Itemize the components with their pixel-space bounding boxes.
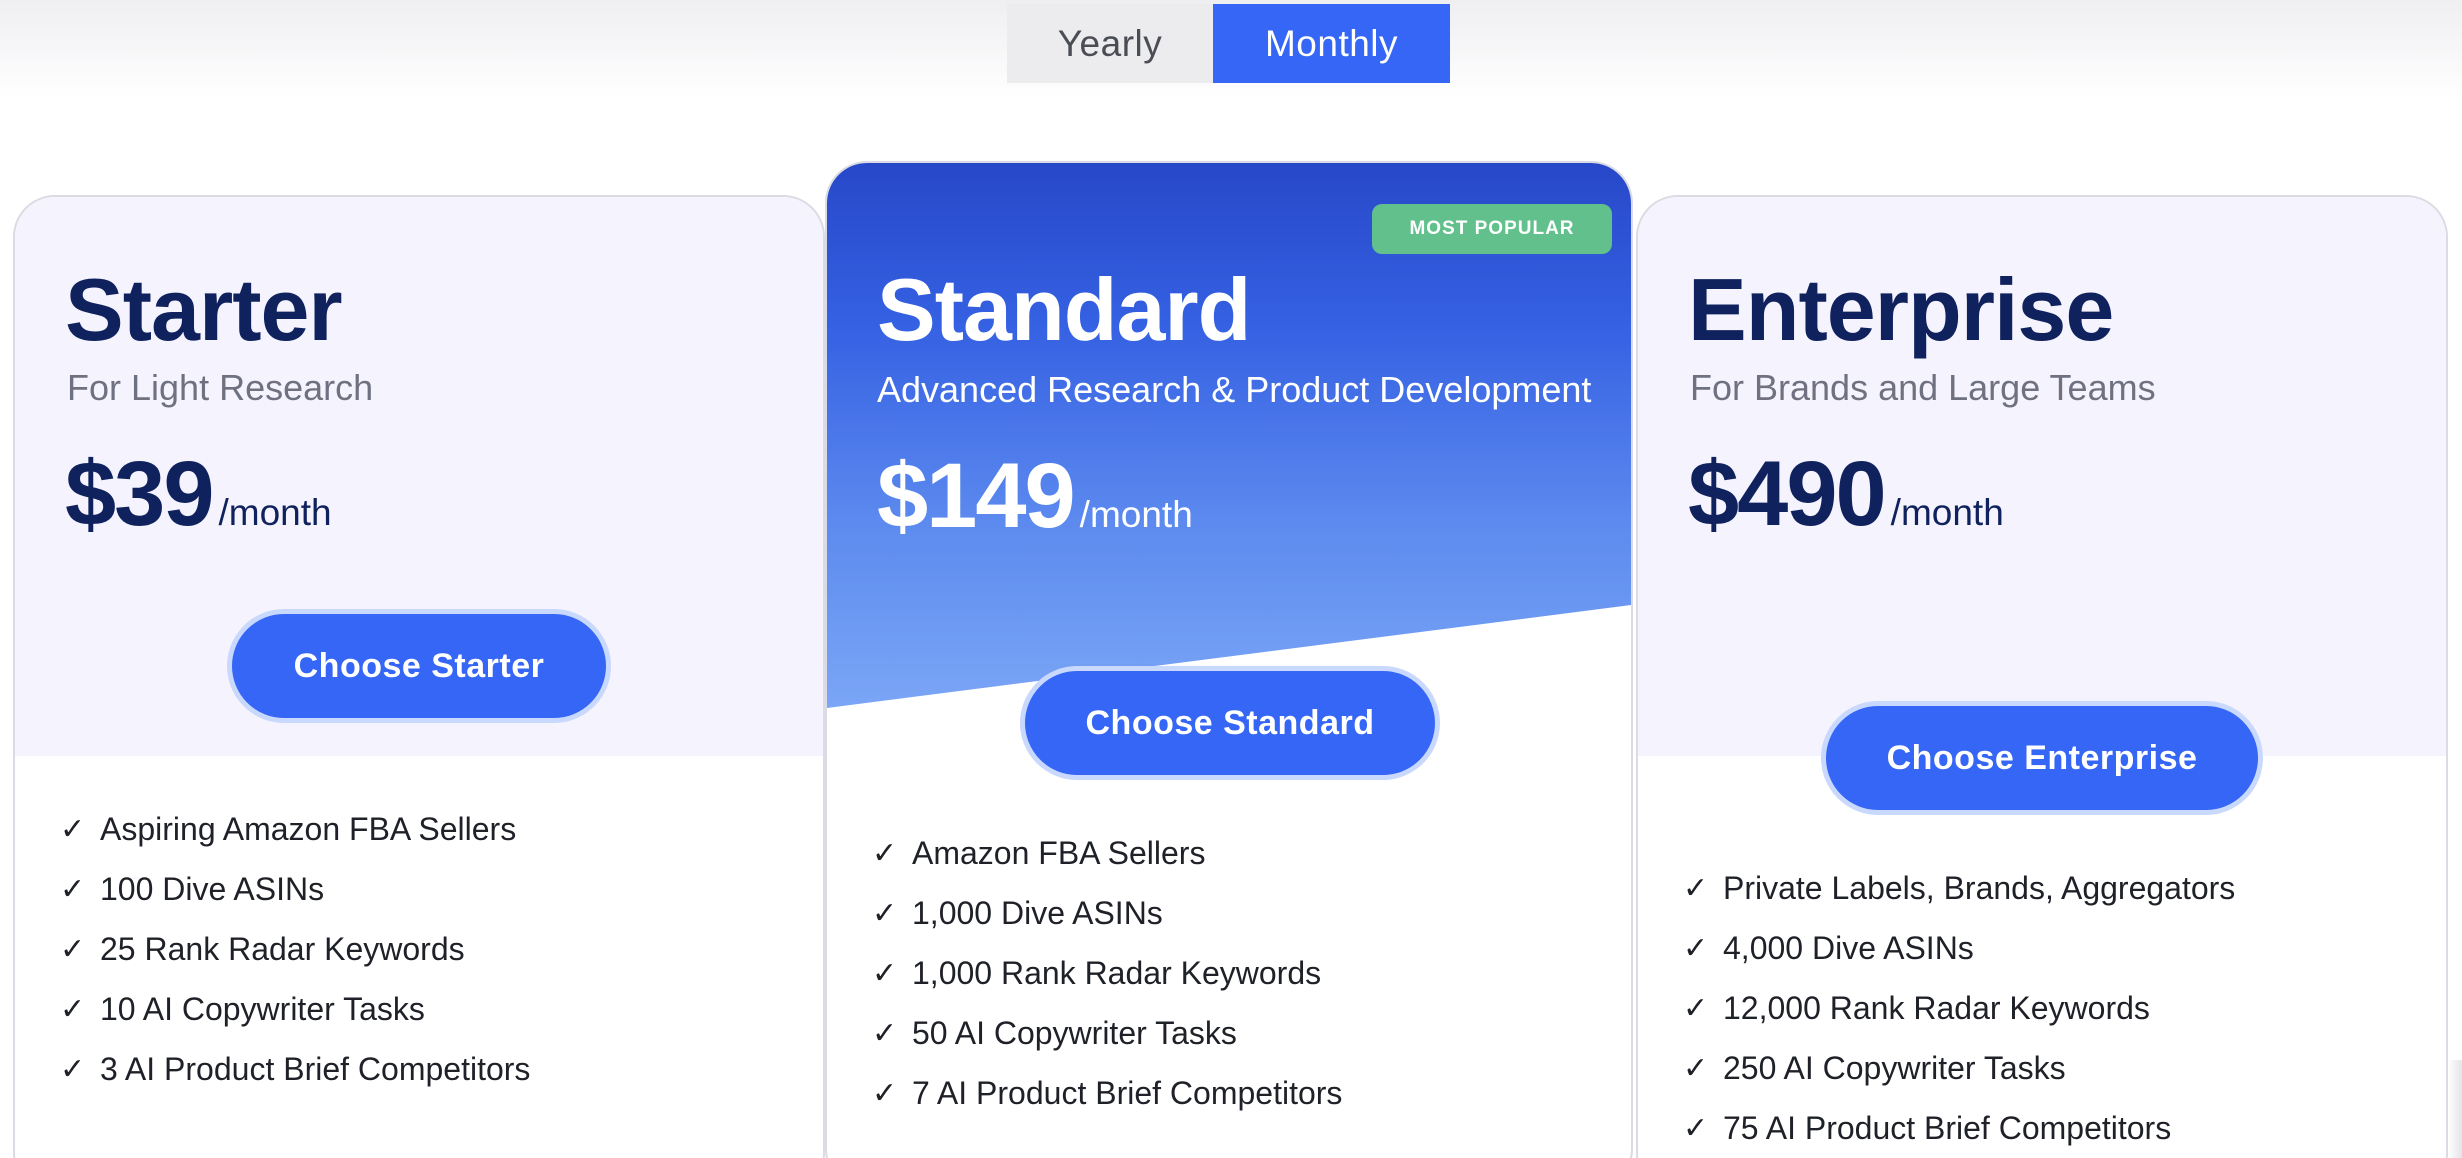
list-item: ✓ Aspiring Amazon FBA Sellers: [60, 799, 530, 859]
plan-card-enterprise: Enterprise For Brands and Large Teams $4…: [1636, 195, 2448, 1158]
feature-text: 1,000 Rank Radar Keywords: [912, 954, 1322, 991]
plan-price: $39: [65, 443, 214, 545]
plan-price: $490: [1688, 443, 1887, 545]
price-row: $149 /month: [877, 444, 1193, 549]
price-period: /month: [1890, 492, 2004, 533]
list-item: ✓ 1,000 Dive ASINs: [872, 883, 1342, 943]
feature-text: 250 AI Copywriter Tasks: [1723, 1049, 2066, 1086]
choose-enterprise-button[interactable]: Choose Enterprise: [1821, 701, 2263, 815]
feature-text: 4,000 Dive ASINs: [1723, 929, 1974, 966]
toggle-monthly-button[interactable]: Monthly: [1213, 4, 1450, 83]
feature-text: 100 Dive ASINs: [100, 870, 325, 907]
plan-price: $149: [877, 445, 1076, 547]
check-icon: ✓: [872, 1076, 898, 1110]
list-item: ✓ Amazon FBA Sellers: [872, 823, 1342, 883]
feature-text: Amazon FBA Sellers: [912, 834, 1206, 871]
check-icon: ✓: [1683, 991, 1709, 1025]
most-popular-badge: MOST POPULAR: [1372, 204, 1612, 254]
price-period: /month: [1079, 494, 1193, 535]
list-item: ✓ Private Labels, Brands, Aggregators: [1683, 858, 2235, 918]
check-icon: ✓: [60, 812, 86, 846]
price-row: $39 /month: [65, 442, 332, 547]
list-item: ✓ 12,000 Rank Radar Keywords: [1683, 978, 2235, 1038]
billing-toggle: Yearly Monthly: [1007, 4, 1450, 83]
check-icon: ✓: [1683, 1111, 1709, 1145]
check-icon: ✓: [60, 1052, 86, 1086]
scroll-edge-shade: [2448, 1060, 2462, 1158]
choose-starter-button[interactable]: Choose Starter: [227, 609, 611, 723]
check-icon: ✓: [60, 872, 86, 906]
feature-list: ✓ Private Labels, Brands, Aggregators ✓ 4,…: [1683, 858, 2235, 1158]
check-icon: ✓: [1683, 871, 1709, 905]
list-item: ✓ 50 AI Copywriter Tasks: [872, 1003, 1342, 1063]
list-item: ✓ 10 AI Copywriter Tasks: [60, 979, 530, 1039]
list-item: ✓ 25 Rank Radar Keywords: [60, 919, 530, 979]
feature-text: 10 AI Copywriter Tasks: [100, 990, 425, 1027]
feature-text: 12,000 Rank Radar Keywords: [1723, 989, 2150, 1026]
check-icon: ✓: [872, 956, 898, 990]
list-item: ✓ 7 AI Product Brief Competitors: [872, 1063, 1342, 1123]
feature-text: 1,000 Dive ASINs: [912, 894, 1163, 931]
list-item: ✓ 1,000 Rank Radar Keywords: [872, 943, 1342, 1003]
toggle-yearly-button[interactable]: Yearly: [1007, 4, 1213, 83]
plan-card-standard: MOST POPULAR Standard Advanced Research …: [825, 161, 1633, 1158]
feature-text: Private Labels, Brands, Aggregators: [1723, 869, 2236, 906]
price-period: /month: [218, 492, 332, 533]
check-icon: ✓: [1683, 931, 1709, 965]
check-icon: ✓: [872, 836, 898, 870]
plan-name: Standard: [877, 260, 1251, 359]
list-item: ✓ 3 AI Product Brief Competitors: [60, 1039, 530, 1099]
feature-text: 50 AI Copywriter Tasks: [912, 1014, 1237, 1051]
plan-tagline: For Light Research: [67, 367, 374, 408]
plan-name: Enterprise: [1688, 260, 2114, 359]
feature-text: Aspiring Amazon FBA Sellers: [100, 810, 517, 847]
check-icon: ✓: [872, 896, 898, 930]
plan-tagline: For Brands and Large Teams: [1690, 367, 2156, 408]
pricing-page: Yearly Monthly Starter For Light Researc…: [0, 0, 2462, 1158]
check-icon: ✓: [60, 992, 86, 1026]
check-icon: ✓: [872, 1016, 898, 1050]
choose-standard-button[interactable]: Choose Standard: [1020, 666, 1440, 780]
feature-text: 75 AI Product Brief Competitors: [1723, 1109, 2172, 1146]
feature-text: 25 Rank Radar Keywords: [100, 930, 465, 967]
feature-list: ✓ Amazon FBA Sellers ✓ 1,000 Dive ASINs ✓ 1…: [872, 823, 1342, 1123]
price-row: $490 /month: [1688, 442, 2004, 547]
plan-name: Starter: [65, 260, 343, 359]
feature-text: 7 AI Product Brief Competitors: [912, 1074, 1343, 1111]
check-icon: ✓: [1683, 1051, 1709, 1085]
list-item: ✓ 75 AI Product Brief Competitors: [1683, 1098, 2235, 1158]
list-item: ✓ 4,000 Dive ASINs: [1683, 918, 2235, 978]
feature-list: ✓ Aspiring Amazon FBA Sellers ✓ 100 Dive A…: [60, 799, 530, 1099]
check-icon: ✓: [60, 932, 86, 966]
list-item: ✓ 100 Dive ASINs: [60, 859, 530, 919]
list-item: ✓ 250 AI Copywriter Tasks: [1683, 1038, 2235, 1098]
plan-card-starter: Starter For Light Research $39 /month Ch…: [13, 195, 825, 1158]
plan-tagline: Advanced Research & Product Development: [877, 369, 1592, 410]
feature-text: 3 AI Product Brief Competitors: [100, 1050, 531, 1087]
